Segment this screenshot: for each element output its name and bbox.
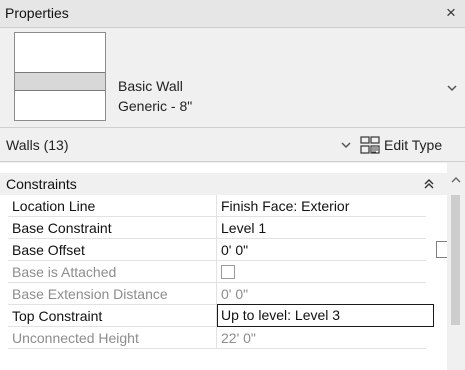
edit-type-icon (360, 136, 380, 154)
type-preview-image (14, 32, 106, 121)
property-value: 22' 0" (221, 330, 256, 346)
column-divider (216, 217, 217, 239)
property-row-base-extension-distance: Base Extension Distance 0' 0" (8, 283, 426, 305)
property-value[interactable]: Finish Face: Exterior (221, 198, 421, 214)
top-constraint-field[interactable]: Up to level: Level 3 (217, 304, 434, 327)
group-label: Constraints (6, 176, 77, 192)
column-divider (216, 327, 217, 349)
property-row-base-is-attached: Base is Attached (8, 261, 426, 283)
edit-type-button[interactable]: Edit Type (360, 131, 463, 159)
type-selector[interactable]: Basic Wall Generic - 8" (0, 28, 465, 126)
group-header-constraints[interactable]: Constraints (0, 173, 447, 195)
type-name-label: Generic - 8" (118, 98, 193, 114)
property-row-top-constraint[interactable]: Top Constraint Up to level: Level 3 (8, 304, 434, 327)
column-divider (216, 261, 217, 283)
type-family-label: Basic Wall (118, 78, 183, 94)
property-name: Base Extension Distance (12, 286, 168, 302)
close-icon[interactable]: × (441, 2, 461, 24)
property-name: Location Line (12, 198, 96, 214)
chevron-down-icon[interactable] (445, 82, 459, 94)
chevron-down-icon[interactable] (340, 140, 352, 150)
double-chevron-up-icon[interactable] (422, 177, 436, 191)
property-value[interactable]: Up to level: Level 3 (221, 307, 340, 323)
property-value: 0' 0" (221, 286, 249, 302)
property-name: Base Constraint (12, 220, 112, 236)
property-row-base-offset[interactable]: Base Offset 0' 0" (8, 239, 449, 261)
instance-filter-row: Walls (13) Edit Type (0, 127, 465, 162)
property-row-unconnected-height: Unconnected Height 22' 0" (8, 327, 426, 349)
edit-type-label: Edit Type (384, 137, 443, 153)
scroll-up-arrow-icon[interactable] (450, 175, 462, 185)
column-divider (216, 283, 217, 305)
base-attached-checkbox (221, 265, 235, 279)
scrollbar-thumb[interactable] (451, 195, 460, 325)
instance-filter-label: Walls (13) (6, 137, 69, 153)
property-name: Top Constraint (12, 308, 103, 324)
property-grid: Constraints Location Line Finish Face: E… (0, 163, 465, 370)
property-rows: Location Line Finish Face: Exterior Base… (8, 195, 449, 349)
property-row-location-line[interactable]: Location Line Finish Face: Exterior (8, 195, 426, 217)
vertical-scrollbar[interactable] (447, 163, 465, 370)
property-row-base-constraint[interactable]: Base Constraint Level 1 (8, 217, 426, 239)
property-value[interactable]: Level 1 (221, 220, 421, 236)
property-name: Unconnected Height (12, 330, 139, 346)
title-bar: Properties × (0, 0, 465, 28)
property-name: Base Offset (12, 242, 85, 258)
properties-palette: Properties × Basic Wall Generic - 8" Wal… (0, 0, 465, 370)
property-value[interactable]: 0' 0" (221, 242, 421, 258)
palette-title: Properties (5, 5, 69, 21)
column-divider (216, 195, 217, 217)
column-divider (216, 239, 217, 261)
wall-section-swatch (15, 72, 105, 91)
property-name: Base is Attached (12, 264, 117, 280)
